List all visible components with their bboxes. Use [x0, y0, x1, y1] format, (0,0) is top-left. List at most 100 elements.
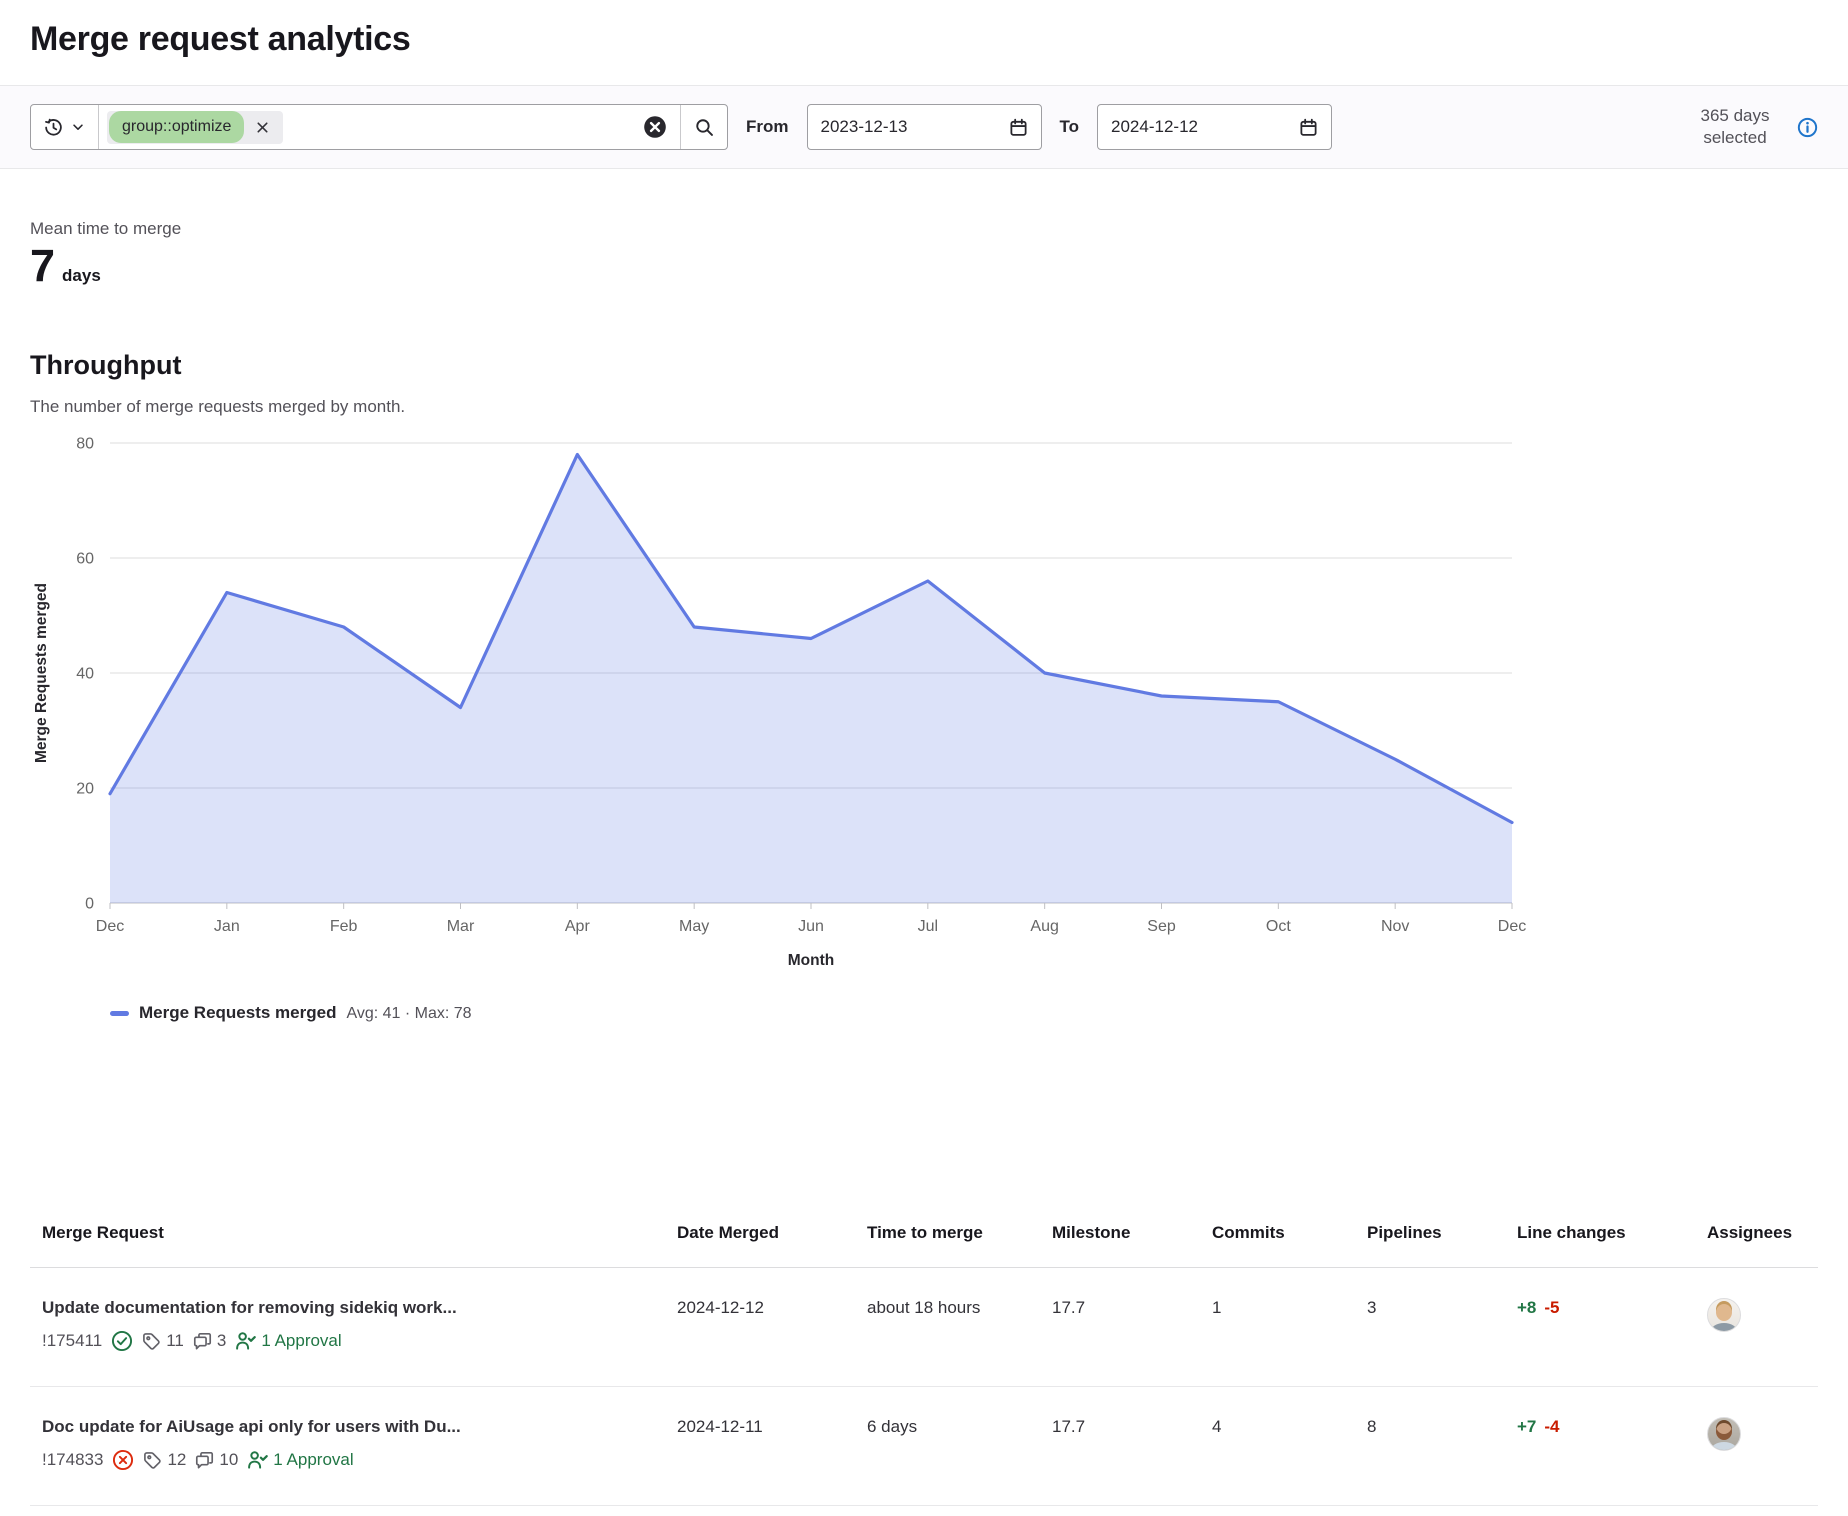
- mr-pipelines: 8: [1355, 1387, 1505, 1505]
- legend-series-label: Merge Requests merged: [139, 1003, 336, 1023]
- mr-milestone: 17.7: [1040, 1387, 1200, 1505]
- filtered-search: group::optimize: [30, 104, 728, 150]
- from-label: From: [746, 117, 789, 137]
- label-icon: [143, 1451, 162, 1470]
- svg-text:20: 20: [76, 781, 94, 798]
- col-header-line-changes: Line changes: [1505, 1213, 1695, 1267]
- svg-text:Sep: Sep: [1147, 918, 1176, 935]
- mr-line-changes: +8 -5: [1505, 1268, 1695, 1386]
- filter-token[interactable]: group::optimize: [107, 111, 283, 144]
- search-button[interactable]: [681, 105, 727, 149]
- approval-check-icon: [247, 1450, 268, 1471]
- svg-text:Feb: Feb: [330, 918, 358, 935]
- mr-title-link[interactable]: Doc update for AiUsage api only for user…: [42, 1417, 653, 1437]
- svg-text:60: 60: [76, 551, 94, 568]
- throughput-chart-container: 020406080DecJanFebMarAprMayJunJulAugSepO…: [30, 429, 1818, 1023]
- mr-time-to-merge: about 18 hours: [855, 1268, 1040, 1386]
- svg-text:Aug: Aug: [1030, 918, 1058, 935]
- mr-line-changes: +7 -4: [1505, 1387, 1695, 1505]
- legend-series-marker: [110, 1011, 129, 1016]
- svg-text:Jun: Jun: [798, 918, 824, 935]
- token-remove-button[interactable]: [244, 120, 281, 135]
- clear-circle-icon: [643, 115, 667, 139]
- table-row: Update documentation for removing sideki…: [30, 1268, 1818, 1387]
- svg-text:Merge Requests merged: Merge Requests merged: [33, 583, 50, 763]
- filter-token-label: group::optimize: [109, 111, 244, 143]
- filtered-search-input[interactable]: group::optimize: [99, 105, 630, 149]
- svg-text:80: 80: [76, 436, 94, 453]
- comments-icon: [195, 1451, 214, 1470]
- to-date-value: 2024-12-12: [1111, 117, 1198, 137]
- mr-merged-icon: [111, 1330, 133, 1352]
- svg-text:Mar: Mar: [447, 918, 475, 935]
- to-label: To: [1060, 117, 1080, 137]
- col-header-date-merged: Date Merged: [665, 1213, 855, 1267]
- metric-value: 7: [30, 243, 55, 288]
- mr-pipelines: 3: [1355, 1268, 1505, 1386]
- mr-date-merged: 2024-12-11: [665, 1387, 855, 1505]
- history-dropdown-button[interactable]: [31, 105, 99, 149]
- line-additions: +8: [1517, 1298, 1536, 1317]
- comments-icon: [193, 1332, 212, 1351]
- line-deletions: -4: [1544, 1417, 1559, 1436]
- col-header-pipelines: Pipelines: [1355, 1213, 1505, 1267]
- mr-labels-count: 12: [143, 1450, 186, 1470]
- line-deletions: -5: [1544, 1298, 1559, 1317]
- chevron-down-icon: [71, 120, 85, 134]
- mr-time-to-merge: 6 days: [855, 1387, 1040, 1505]
- svg-text:Dec: Dec: [1498, 918, 1526, 935]
- svg-text:Dec: Dec: [96, 918, 124, 935]
- mr-closed-icon: [112, 1449, 134, 1471]
- col-header-milestone: Milestone: [1040, 1213, 1200, 1267]
- approval-check-icon: [235, 1331, 256, 1352]
- to-date-input[interactable]: 2024-12-12: [1097, 104, 1332, 150]
- filter-bar: group::optimize: [0, 85, 1848, 169]
- label-icon: [142, 1332, 161, 1351]
- clear-search-button[interactable]: [630, 105, 680, 149]
- svg-text:40: 40: [76, 666, 94, 683]
- info-icon[interactable]: [1797, 117, 1818, 138]
- mr-id: !175411: [42, 1331, 102, 1351]
- mr-comments-count: 10: [195, 1450, 238, 1470]
- svg-text:May: May: [679, 918, 709, 935]
- mr-title-link[interactable]: Update documentation for removing sideki…: [42, 1298, 653, 1318]
- mr-comments-count: 3: [193, 1331, 226, 1351]
- col-header-time-to-merge: Time to merge: [855, 1213, 1040, 1267]
- mr-milestone: 17.7: [1040, 1268, 1200, 1386]
- metric-label: Mean time to merge: [30, 219, 1818, 239]
- svg-text:Jul: Jul: [918, 918, 938, 935]
- search-icon: [695, 118, 714, 137]
- mr-id: !174833: [42, 1450, 103, 1470]
- assignee-avatar[interactable]: [1707, 1298, 1741, 1332]
- svg-text:Apr: Apr: [565, 918, 591, 935]
- page-title: Merge request analytics: [30, 20, 1818, 59]
- throughput-description: The number of merge requests merged by m…: [30, 397, 1818, 417]
- svg-text:Oct: Oct: [1266, 918, 1291, 935]
- col-header-merge-request: Merge Request: [30, 1213, 665, 1267]
- history-icon: [44, 118, 63, 137]
- col-header-assignees: Assignees: [1695, 1213, 1818, 1267]
- mean-time-to-merge-metric: Mean time to merge 7 days: [30, 219, 1818, 288]
- table-header-row: Merge Request Date Merged Time to merge …: [30, 1213, 1818, 1268]
- from-date-value: 2023-12-13: [821, 117, 908, 137]
- throughput-chart[interactable]: 020406080DecJanFebMarAprMayJunJulAugSepO…: [30, 429, 1818, 989]
- mr-commits: 1: [1200, 1268, 1355, 1386]
- chart-legend: Merge Requests merged Avg: 41 · Max: 78: [110, 1003, 1818, 1023]
- svg-text:Nov: Nov: [1381, 918, 1409, 935]
- from-date-input[interactable]: 2023-12-13: [807, 104, 1042, 150]
- close-icon: [255, 120, 270, 135]
- calendar-icon: [1299, 118, 1318, 137]
- legend-series-stats: Avg: 41 · Max: 78: [346, 1005, 471, 1023]
- mr-date-merged: 2024-12-12: [665, 1268, 855, 1386]
- svg-text:Month: Month: [788, 952, 834, 969]
- days-selected-text: 365 days selected: [1683, 105, 1787, 149]
- throughput-heading: Throughput: [30, 350, 1818, 381]
- metric-unit: days: [62, 266, 101, 286]
- mr-approvals-link[interactable]: 1 Approval: [247, 1450, 353, 1471]
- mr-approvals-link[interactable]: 1 Approval: [235, 1331, 341, 1352]
- col-header-commits: Commits: [1200, 1213, 1355, 1267]
- calendar-icon: [1009, 118, 1028, 137]
- line-additions: +7: [1517, 1417, 1536, 1436]
- assignee-avatar[interactable]: [1707, 1417, 1741, 1451]
- merge-request-table: Merge Request Date Merged Time to merge …: [30, 1213, 1818, 1506]
